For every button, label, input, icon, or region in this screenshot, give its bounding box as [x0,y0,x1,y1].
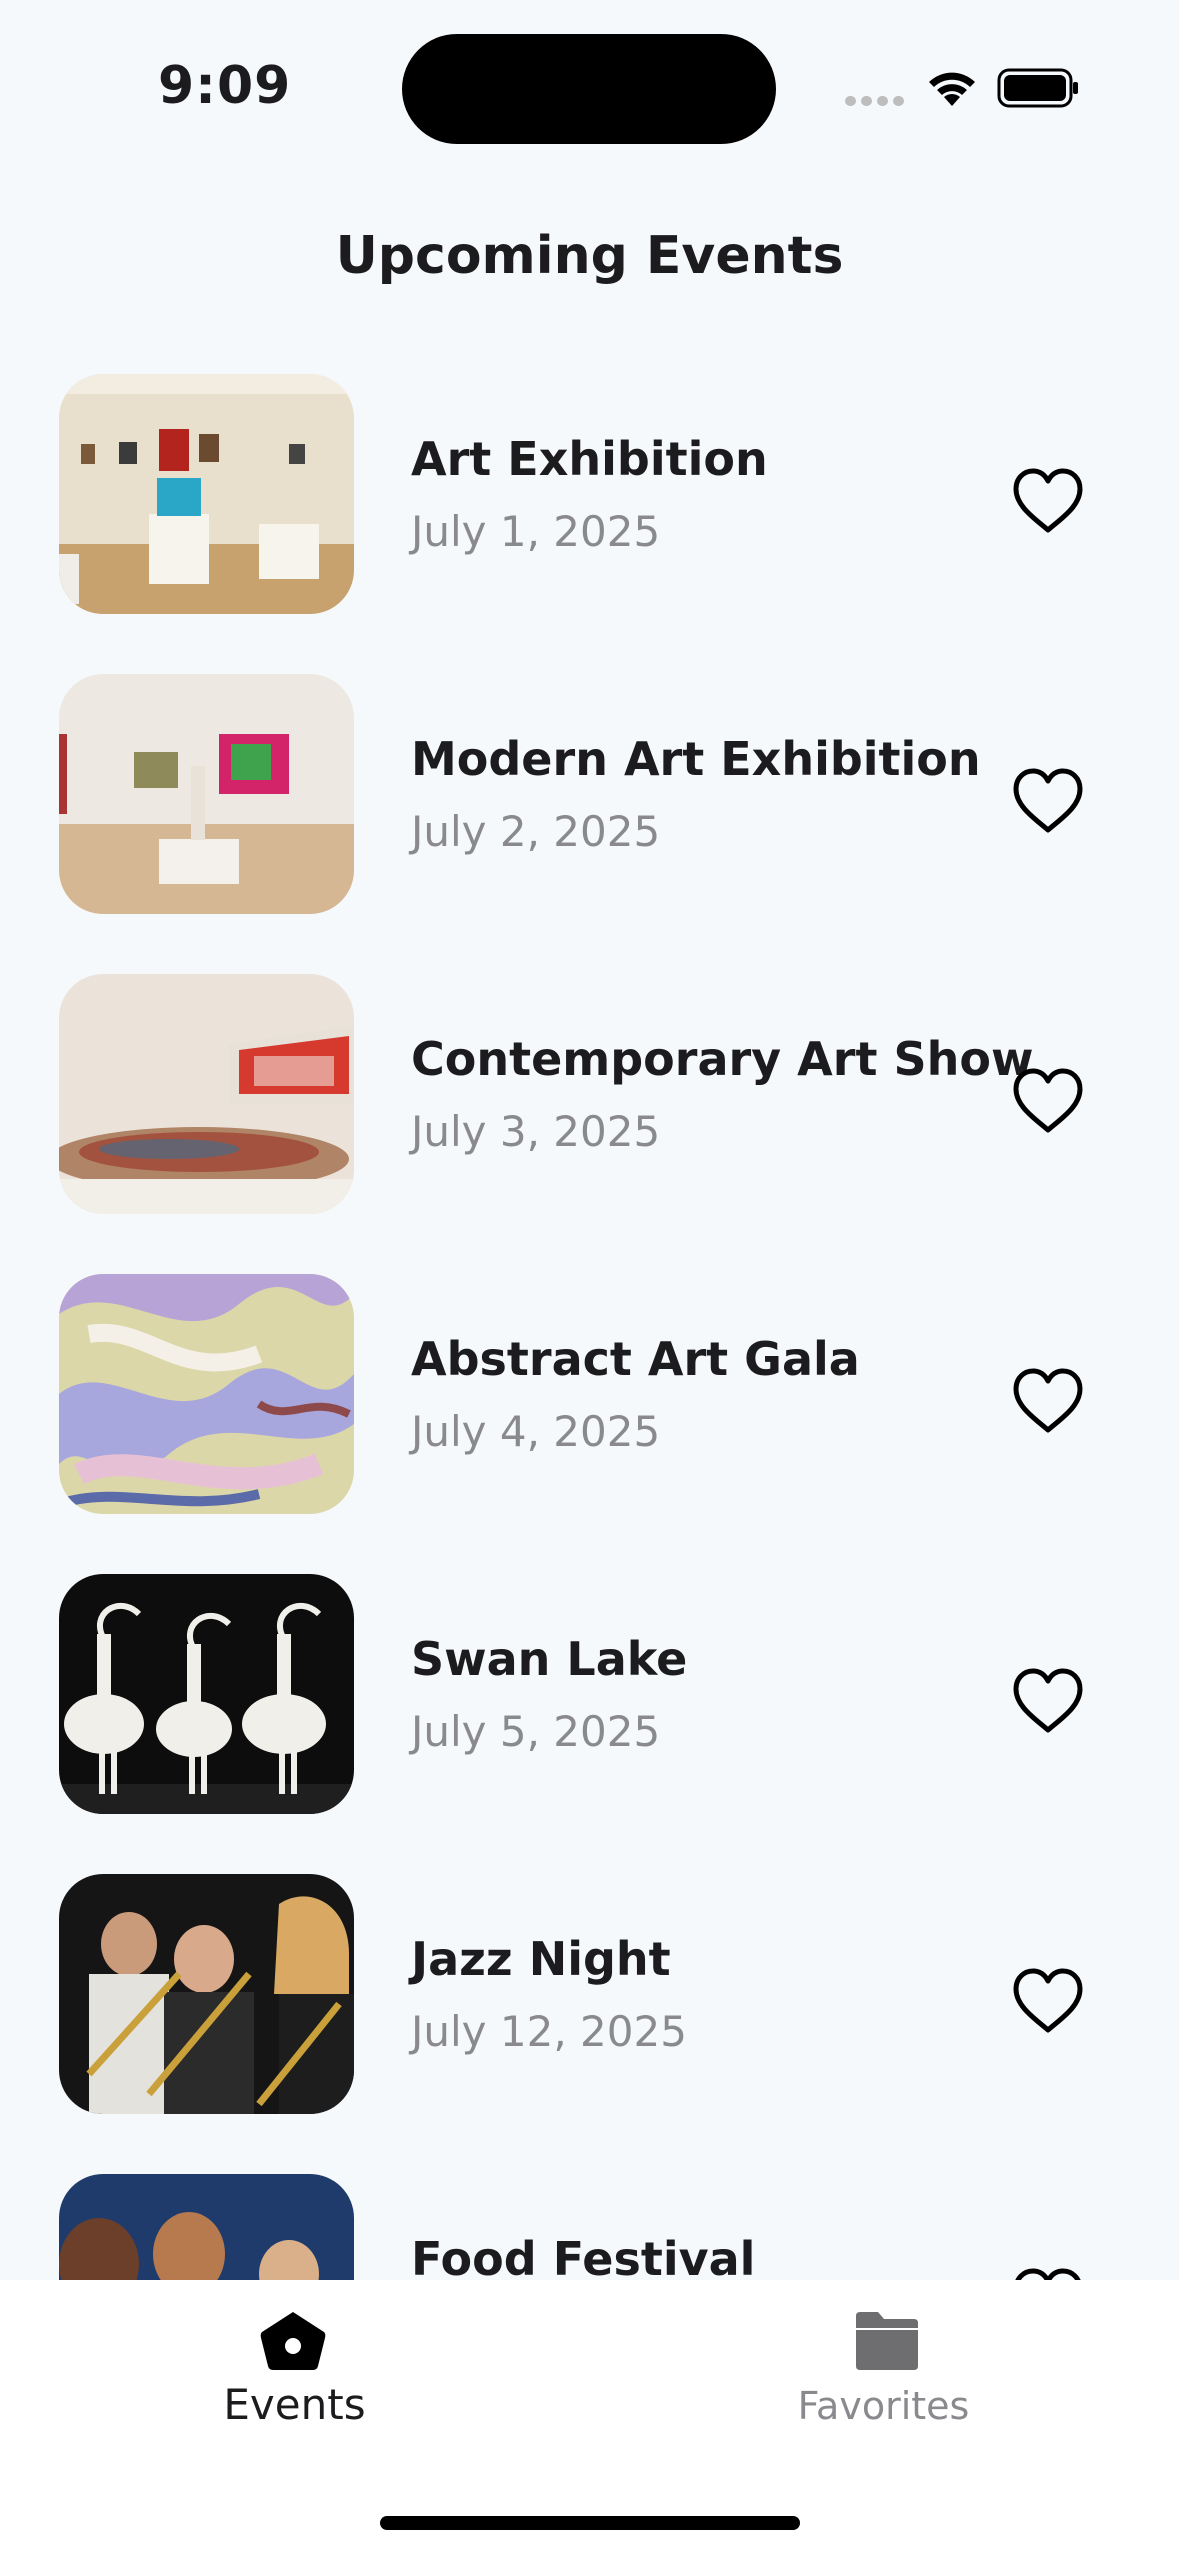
heart-icon [1015,2268,1081,2280]
favorite-button[interactable] [1010,1366,1086,1436]
event-item-swan-lake[interactable]: Swan Lake July 5, 2025 [0,1574,1179,1814]
event-thumbnail [59,974,354,1214]
event-item-contemporary-art-show[interactable]: Contemporary Art Show July 3, 2025 [0,974,1179,1214]
event-date: July 1, 2025 [411,507,661,556]
event-date: July 4, 2025 [411,1407,661,1456]
status-bar: 9:09 [0,0,1179,170]
favorite-button[interactable] [1010,2266,1086,2280]
event-item-modern-art-exhibition[interactable]: Modern Art Exhibition July 2, 2025 [0,674,1179,914]
tab-events[interactable]: Events [0,2280,589,2480]
status-time: 9:09 [158,56,292,116]
event-item-jazz-night[interactable]: Jazz Night July 12, 2025 [0,1874,1179,2114]
page-title: Upcoming Events [335,226,844,286]
event-thumbnail [59,1874,354,2114]
favorite-button[interactable] [1010,466,1086,536]
wifi-icon [929,72,975,106]
event-date: July 12, 2025 [411,2007,687,2056]
favorite-button[interactable] [1010,1966,1086,2036]
event-thumbnail [59,1574,354,1814]
home-icon [260,2312,326,2370]
event-date: July 5, 2025 [411,1707,661,1756]
dynamic-island [402,34,776,144]
event-title: Food Festival [411,2232,756,2280]
tab-label: Events [223,2380,366,2429]
event-list[interactable]: Art Exhibition July 1, 2025 Modern Art E… [0,374,1179,2280]
favorite-button[interactable] [1010,766,1086,836]
tab-label: Favorites [797,2384,970,2428]
event-thumbnail [59,374,354,614]
heart-icon [1013,768,1083,833]
heart-icon [1013,1368,1083,1433]
event-thumbnail [59,2174,354,2280]
heart-icon [1013,1968,1083,2033]
event-title: Contemporary Art Show [411,1032,1034,1086]
heart-icon [1013,1068,1083,1133]
event-thumbnail [59,674,354,914]
event-title: Abstract Art Gala [411,1332,860,1386]
event-title: Jazz Night [411,1932,671,1986]
event-thumbnail [59,1274,354,1514]
folder-icon [856,2312,918,2370]
cellular-signal-icon [845,96,905,106]
favorite-button[interactable] [1010,1666,1086,1736]
event-title: Art Exhibition [411,432,768,486]
event-title: Swan Lake [411,1632,688,1686]
event-date: July 2, 2025 [411,807,661,856]
tab-favorites[interactable]: Favorites [589,2280,1178,2480]
event-item-art-exhibition[interactable]: Art Exhibition July 1, 2025 [0,374,1179,614]
event-item-abstract-art-gala[interactable]: Abstract Art Gala July 4, 2025 [0,1274,1179,1514]
heart-icon [1013,1668,1083,1733]
favorite-button[interactable] [1010,1066,1086,1136]
event-date: July 3, 2025 [411,1107,661,1156]
home-indicator[interactable] [380,2516,800,2530]
heart-icon [1013,468,1083,533]
tab-bar: Events Favorites [0,2280,1179,2556]
event-item-food-festival[interactable]: Food Festival [0,2174,1179,2280]
battery-icon [997,68,1078,108]
event-title: Modern Art Exhibition [411,732,981,786]
